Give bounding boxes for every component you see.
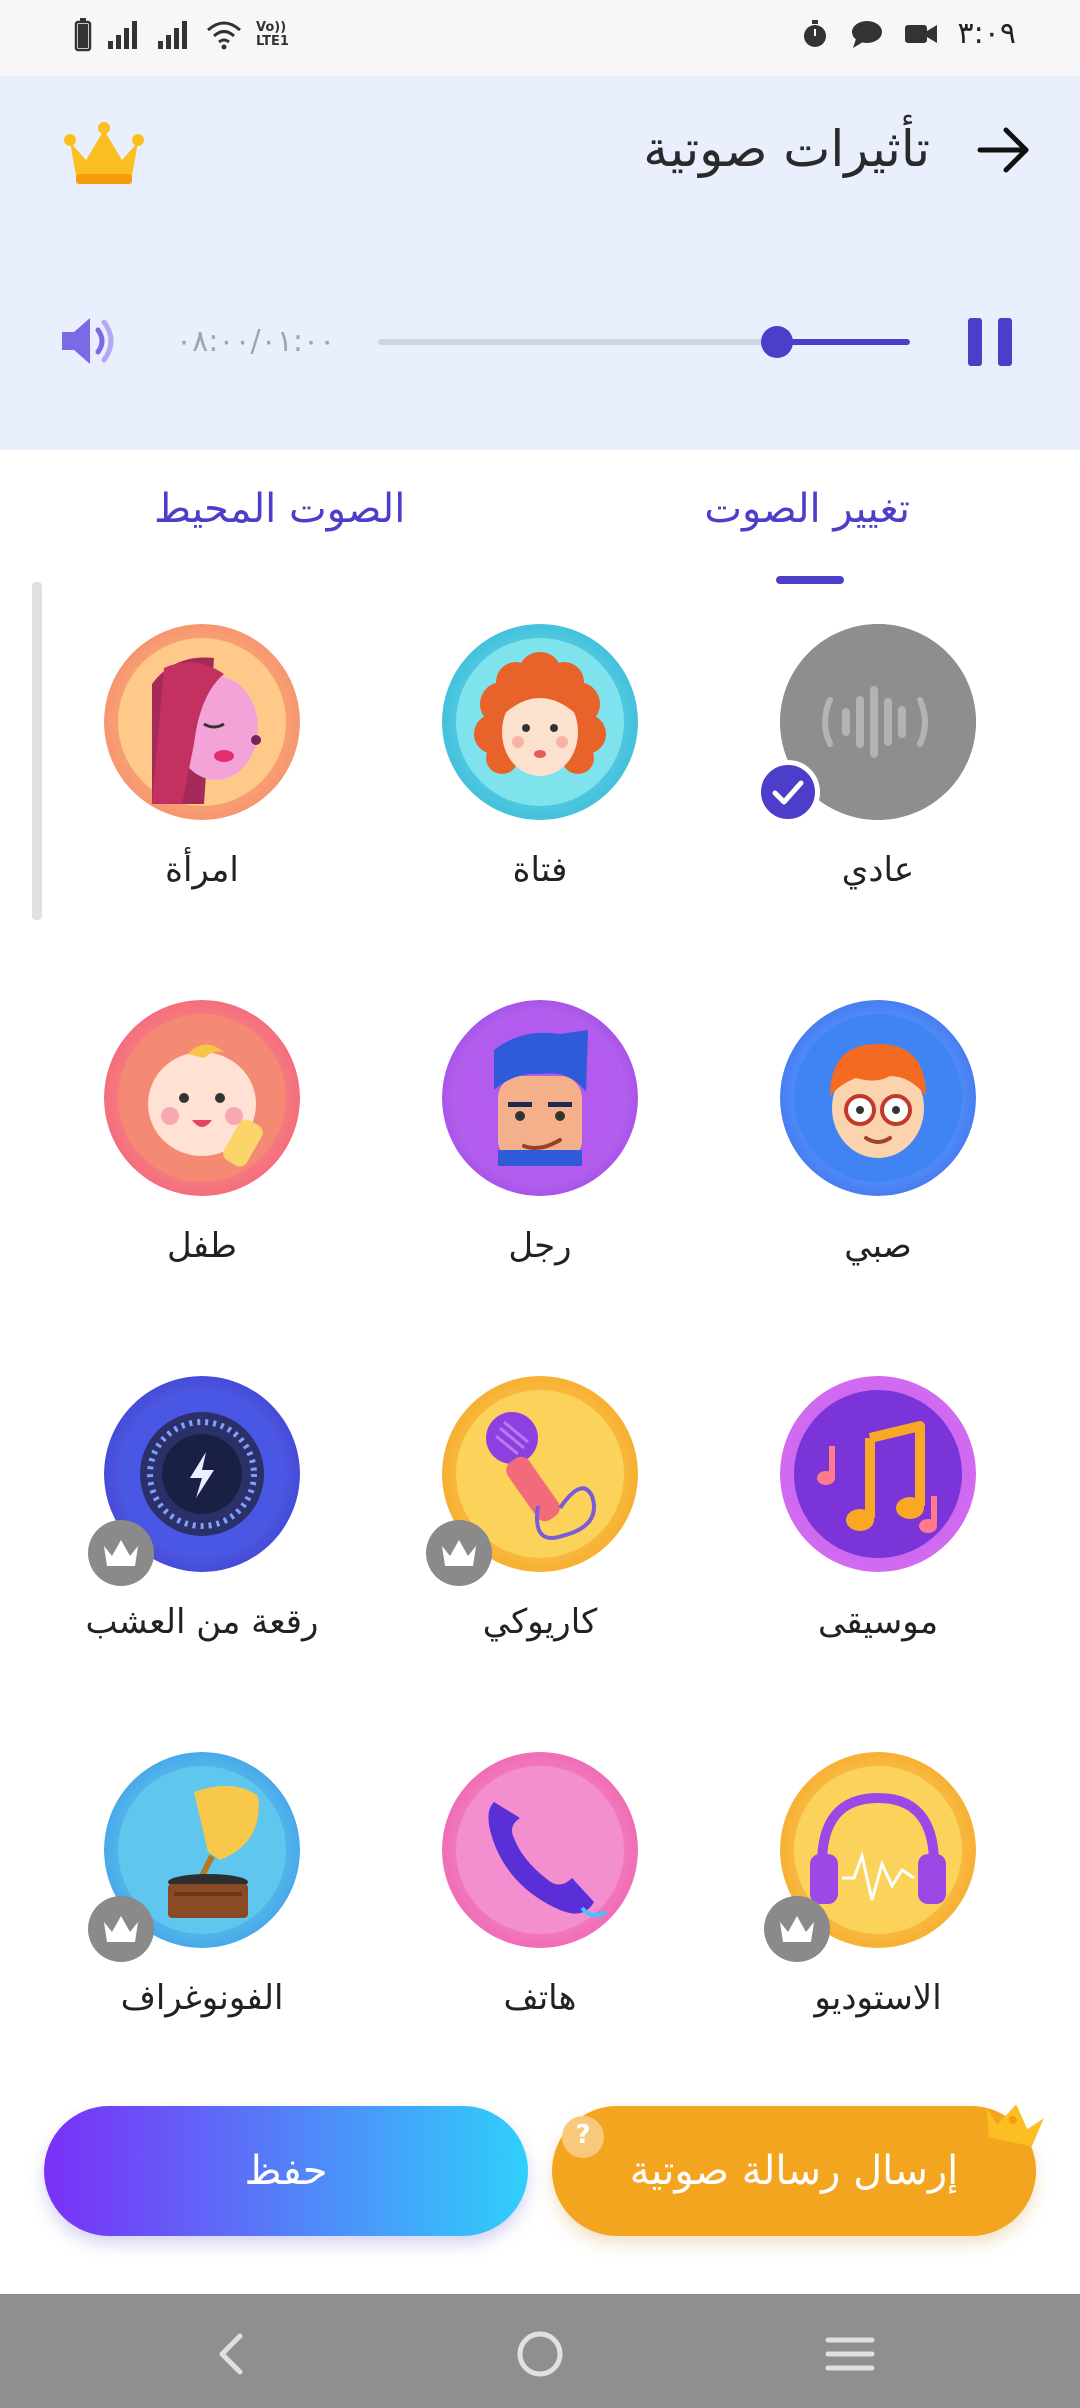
man-face-icon [442,1000,638,1196]
audio-player: ٠٨:٠٠/٠١:٠٠ [0,290,1080,400]
crown-icon[interactable] [62,120,146,190]
tab-ambient-sound[interactable]: الصوت المحيط [154,486,405,532]
phone-icon [442,1752,638,1948]
scrollbar[interactable] [32,582,42,920]
pause-icon[interactable] [968,318,1012,366]
crown-badge-icon [88,1896,154,1962]
effect-label: امرأة [165,850,239,890]
effect-baby[interactable]: طفل [52,976,352,1306]
tab-voice-change[interactable]: تغيير الصوت [704,486,910,532]
playback-time: ٠٨:٠٠/٠١:٠٠ [176,324,336,359]
signal-icon [108,21,137,49]
arrow-right-icon[interactable] [972,118,1036,182]
effect-girl[interactable]: فتاة [390,600,690,930]
effect-boy[interactable]: صبي [728,976,1028,1306]
tab-indicator [776,576,844,584]
home-circle-icon[interactable] [514,2328,566,2380]
progress-track[interactable] [378,326,910,358]
status-icons-right: ٣:٠٩ [800,16,1016,51]
speaker-icon[interactable] [58,310,120,372]
navigation-bar [0,2294,1080,2408]
menu-lines-icon[interactable] [824,2328,876,2380]
crown-badge-icon [426,1520,492,1586]
crown-badge-icon [764,1896,830,1962]
effect-label: صبي [844,1226,912,1266]
baby-face-icon [104,1000,300,1196]
effect-label: عادي [841,850,915,890]
save-button-label: حفظ [244,2148,328,2194]
effect-grass-patch[interactable]: رقعة من العشب [52,1352,352,1682]
effect-music[interactable]: موسيقى [728,1352,1028,1682]
timer-icon [803,19,826,47]
back-chevron-icon[interactable] [206,2328,258,2380]
header: تأثيرات صوتية ٠٨:٠٠/٠١:٠٠ [0,76,1080,450]
effect-label: الفونوغراف [120,1978,284,2018]
effect-phone[interactable]: هاتف [390,1728,690,2058]
progress-knob[interactable] [761,326,793,358]
effect-karaoke[interactable]: كاريوكي [390,1352,690,1682]
effect-label: فتاة [512,850,568,890]
effect-label: رقعة من العشب [85,1602,319,1642]
message-icon [851,20,882,48]
effect-normal[interactable]: عادي [728,600,1028,930]
signal-icon [158,21,187,49]
send-voice-message-button[interactable]: ? إرسال رسالة صوتية [552,2106,1036,2236]
effect-label: موسيقى [817,1602,939,1642]
effect-woman[interactable]: امرأة [52,600,352,930]
tab-bar: تغيير الصوت الصوت المحيط [0,450,1080,584]
page-title: تأثيرات صوتية [643,120,930,178]
selected-check-icon [756,760,820,824]
save-button[interactable]: حفظ [44,2106,528,2236]
music-notes-icon [780,1376,976,1572]
girl-face-icon [442,624,638,820]
effect-label: كاريوكي [482,1602,598,1642]
crown-icon [986,2104,1044,2147]
status-bar: Vo)) LTE1 ٣:٠٩ [0,0,1080,76]
crown-badge-icon [88,1520,154,1586]
battery-icon [74,18,92,52]
effect-label: الاستوديو [814,1978,942,2018]
effect-phonograph[interactable]: الفونوغراف [52,1728,352,2058]
clock: ٣:٠٩ [957,16,1016,51]
effect-label: هاتف [503,1978,577,2018]
video-icon [904,24,937,43]
boy-face-icon [780,1000,976,1196]
volte-icon: Vo)) LTE1 [256,20,289,49]
wifi-icon [207,21,241,50]
send-button-label: إرسال رسالة صوتية [629,2148,959,2194]
effect-label: رجل [508,1226,572,1266]
effect-studio[interactable]: الاستوديو [728,1728,1028,2058]
status-icons-left: Vo)) LTE1 [74,18,296,52]
effect-label: طفل [166,1226,237,1266]
effect-man[interactable]: رجل [390,976,690,1306]
woman-face-icon [104,624,300,820]
